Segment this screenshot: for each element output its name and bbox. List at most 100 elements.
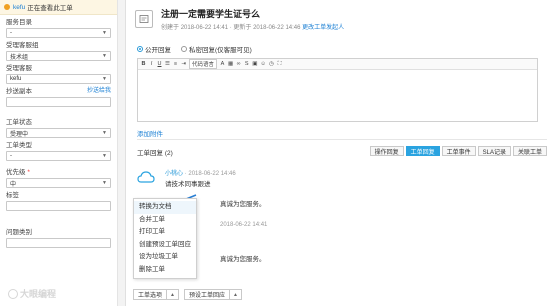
chevron-down-icon: ▼	[102, 76, 107, 82]
reply-author-name: 小桃心	[165, 171, 184, 177]
chevron-down-icon: ▼	[102, 153, 107, 159]
cloud-avatar-icon	[137, 171, 155, 183]
field-cc: 抄送副本 抄送给我	[0, 87, 117, 107]
handler-select[interactable]: kefu ▼	[6, 74, 111, 84]
category-label: 问题类别	[6, 229, 32, 236]
type-select[interactable]: - ▼	[6, 151, 111, 161]
underline-button[interactable]: U	[157, 61, 162, 67]
menu-create-preset-reply[interactable]: 创建预设工单回应	[134, 239, 196, 252]
field-handler: 受理客服 kefu ▼	[0, 64, 117, 84]
ticket-header: 注册一定需要学生证号么 创建于 2018-06-22 14:41 · 更新于 2…	[135, 8, 545, 36]
fullscreen-icon[interactable]: ⛶	[277, 61, 282, 68]
tab-related-tickets[interactable]: 关联工单	[512, 146, 547, 156]
editor-toolbar: B I U ☰ ≡ ⇥ 代码语言 A ▦ ∞ S ▣ ☺ ◷ ⛶	[138, 59, 537, 70]
clock-icon[interactable]: ◷	[269, 61, 274, 67]
reply-editor[interactable]: B I U ☰ ≡ ⇥ 代码语言 A ▦ ∞ S ▣ ☺ ◷ ⛶	[137, 58, 538, 122]
menu-print-ticket[interactable]: 打印工单	[134, 226, 196, 239]
field-status: 工单状态 受理中 ▼	[0, 118, 117, 138]
menu-merge-ticket[interactable]: 合并工单	[134, 214, 196, 227]
chevron-down-icon: ▼	[102, 53, 107, 59]
status-value: 受理中	[10, 131, 29, 138]
field-handler-group: 受理客服组 技术组 ▼	[0, 41, 117, 61]
add-attachment-link[interactable]: 添加附件	[137, 128, 163, 138]
viewing-dot-icon	[4, 4, 10, 10]
ticket-icon	[135, 10, 153, 28]
viewing-user: kefu	[13, 3, 26, 11]
field-priority: 优先级 * 中 ▼	[0, 168, 117, 188]
required-marker: *	[27, 169, 30, 176]
field-category: 问题类别	[0, 228, 117, 248]
handler-group-select[interactable]: 技术组 ▼	[6, 51, 111, 61]
tab-ticket-events[interactable]: 工单事件	[441, 146, 476, 156]
type-label: 工单类型	[6, 142, 32, 149]
ticket-options-button[interactable]: 工单选项 ▲	[133, 289, 179, 300]
menu-convert-to-doc[interactable]: 转换为文档	[134, 201, 196, 214]
emoji-icon[interactable]: ☺	[260, 61, 266, 67]
tags-input[interactable]	[6, 201, 111, 211]
cc-me-link[interactable]: 抄送给我	[87, 87, 111, 96]
preset-reply-label: 预设工单回应	[188, 293, 225, 299]
tab-operation-reply[interactable]: 操作回复	[369, 146, 404, 156]
reply-body: 请技术同事跟进	[165, 181, 211, 188]
cc-label: 抄送副本	[6, 88, 32, 95]
status-label: 工单状态	[6, 119, 32, 126]
ticket-options-menu: 转换为文档 合并工单 打印工单 创建预设工单回应 设为垃圾工单 删除工单	[133, 198, 197, 279]
tags-label: 标签	[6, 192, 19, 199]
field-type: 工单类型 - ▼	[0, 141, 117, 161]
updated-time: 2018-06-22 14:46	[253, 25, 301, 31]
menu-delete-ticket[interactable]: 删除工单	[134, 264, 196, 277]
image-icon[interactable]: ▣	[252, 61, 257, 67]
reply-body-partial: 真诚为您服务。	[220, 256, 266, 263]
tab-sla-records[interactable]: SLA记录	[477, 146, 511, 156]
handler-value: kefu	[10, 76, 22, 82]
menu-mark-spam[interactable]: 设为垃圾工单	[134, 251, 196, 264]
ordered-list-icon[interactable]: ≡	[173, 61, 178, 67]
reply-time-partial: 2018-06-22 14:41	[220, 222, 268, 228]
indent-icon[interactable]: ⇥	[181, 61, 186, 67]
public-reply-label: 公开回复	[145, 47, 171, 54]
replies-count: (2)	[164, 150, 173, 157]
table-icon[interactable]: ▦	[228, 61, 233, 67]
chevron-down-icon: ▼	[102, 130, 107, 136]
list-icon[interactable]: ☰	[165, 61, 170, 67]
bold-button[interactable]: B	[141, 61, 146, 67]
watermark-text: 大眼编程	[20, 289, 57, 299]
watermark-icon	[8, 288, 18, 299]
status-select[interactable]: 受理中 ▼	[6, 128, 111, 138]
italic-button[interactable]: I	[149, 61, 154, 67]
ticket-title: 注册一定需要学生证号么	[161, 9, 261, 19]
handler-label: 受理客服	[6, 65, 32, 72]
link-icon[interactable]: ∞	[236, 61, 241, 67]
field-tags: 标签	[0, 191, 117, 211]
panel-divider	[118, 0, 126, 306]
priority-select[interactable]: 中 ▼	[6, 178, 111, 188]
service-directory-select[interactable]: - ▼	[6, 28, 111, 38]
reply-time: 2018-06-22 14:46	[188, 171, 236, 177]
reply-mode: 公开回复 私密回复(仅客服可见)	[137, 44, 262, 54]
tab-ticket-reply[interactable]: 工单回复	[405, 146, 440, 156]
reply-item: 小桃心 · 2018-06-22 14:46 请技术同事跟进	[137, 168, 537, 190]
public-reply-option[interactable]: 公开回复	[137, 44, 171, 54]
ticket-sidebar: kefu 正在查看此工单 服务目录 - ▼ 受理客服组 技术组 ▼ 受理客服 kef…	[0, 0, 118, 306]
reply-tabs: 操作回复 工单回复 工单事件 SLA记录 关联工单	[369, 146, 547, 156]
created-time: 2018-06-22 14:41	[180, 25, 229, 31]
chevron-up-icon: ▲	[166, 290, 178, 299]
font-color-icon[interactable]: A	[220, 61, 225, 67]
chevron-down-icon: ▼	[102, 180, 107, 186]
viewing-text: 正在查看此工单	[27, 5, 73, 12]
ticket-meta: 创建于 2018-06-22 14:41 · 更新于 2018-06-22 14…	[161, 25, 345, 31]
private-reply-option[interactable]: 私密回复(仅客服可见)	[181, 44, 252, 54]
chevron-down-icon: ▼	[102, 30, 107, 36]
category-input[interactable]	[6, 238, 111, 248]
priority-value: 中	[10, 181, 17, 188]
preset-reply-button[interactable]: 预设工单回应 ▲	[183, 289, 242, 300]
cc-input[interactable]	[6, 97, 111, 107]
strikethrough-icon[interactable]: S	[244, 61, 249, 67]
replies-heading: 工单回复 (2)	[137, 147, 173, 157]
code-language-select[interactable]: 代码语言	[189, 59, 218, 69]
watermark: 大眼编程	[8, 287, 56, 300]
type-value: -	[10, 153, 12, 159]
change-requester-link[interactable]: 更改工单发起人	[302, 25, 344, 31]
priority-label: 优先级	[6, 169, 26, 176]
radio-checked-icon	[137, 46, 143, 52]
